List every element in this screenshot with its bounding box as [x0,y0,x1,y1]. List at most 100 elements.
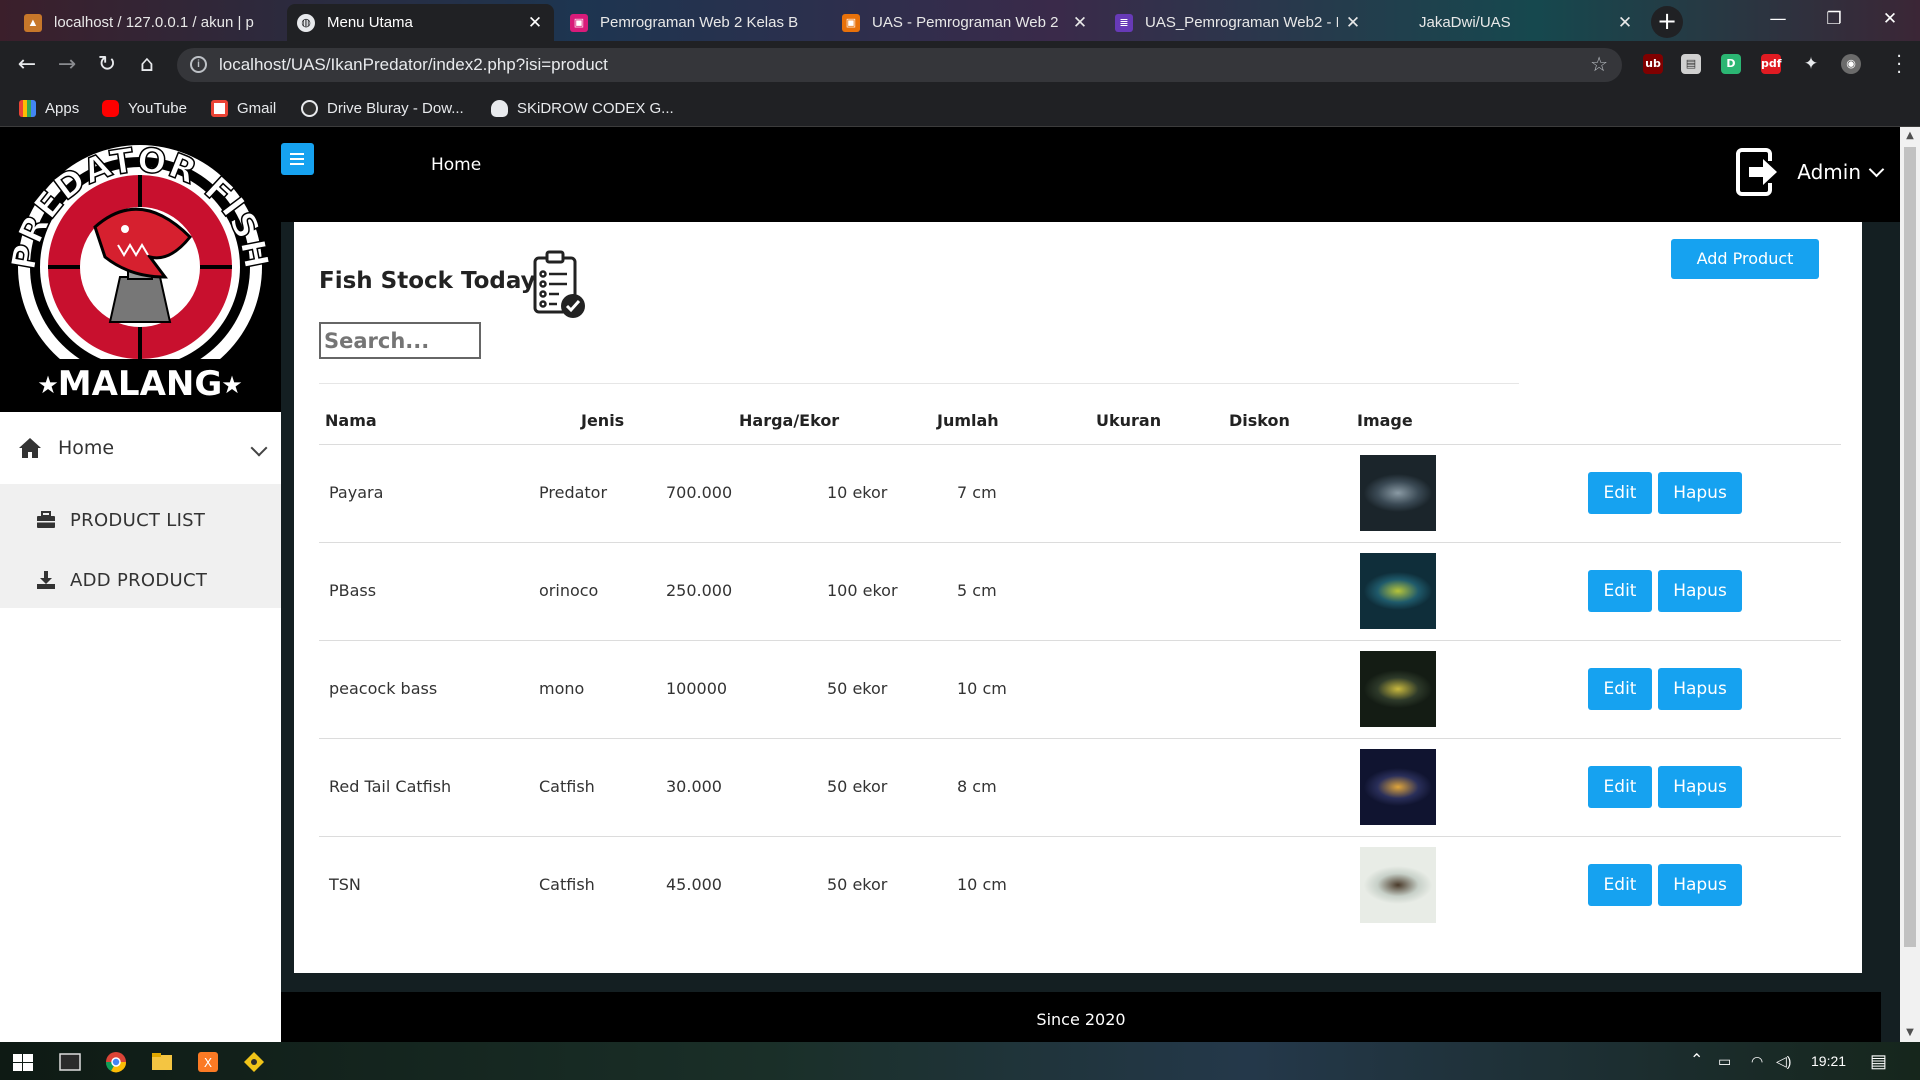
delete-button[interactable]: Hapus [1658,766,1742,808]
browser-tab[interactable]: ≣ UAS_Pemrograman Web2 - F ✕ [1105,4,1372,41]
puzzle-extensions-icon[interactable]: ✦ [1801,54,1821,74]
star-icon: ★ [221,371,243,399]
notification-icon[interactable]: ▤ [1870,1042,1887,1080]
briefcase-icon [37,511,55,528]
column-header-harga: Harga/Ekor [739,411,840,430]
profile-avatar-icon[interactable]: ◉ [1841,54,1861,74]
clock-time[interactable]: 19:21 [1811,1042,1846,1080]
cell-jenis: Predator [539,483,608,502]
close-window-button[interactable]: ✕ [1862,0,1918,41]
browser-menu-icon[interactable]: · · · [1896,48,1902,82]
column-header-image: Image [1357,411,1413,430]
cell-jenis: Catfish [539,777,595,796]
logout-icon [1736,148,1778,196]
wifi-icon[interactable]: ◠ [1751,1042,1763,1080]
gmail-icon [211,99,228,117]
site-info-icon[interactable]: i [190,56,207,73]
scrollbar-thumb[interactable] [1904,147,1916,947]
browser-tab-active[interactable]: ◍ Menu Utama ✕ [287,4,554,41]
minimize-window-button[interactable]: — [1750,0,1806,41]
forms-icon: ≣ [1115,13,1133,32]
close-tab-icon[interactable]: ✕ [1344,13,1362,33]
bookmark-youtube[interactable]: YouTube [102,89,187,127]
forward-icon[interactable]: → [51,50,83,82]
pdf-extension-icon[interactable]: pdf [1761,54,1782,74]
new-tab-button[interactable]: + [1651,6,1683,38]
cell-nama: Payara [329,483,384,502]
delete-button[interactable]: Hapus [1658,472,1742,514]
edit-button[interactable]: Edit [1588,472,1652,514]
browser-tab[interactable]: ▲ localhost / 127.0.0.1 / akun | p [14,4,277,41]
edit-button[interactable]: Edit [1588,570,1652,612]
predator-fish-logo: PREDATOR FISH MALANG ★ ★ [0,127,281,412]
fish-thumbnail-image [1360,847,1436,923]
ublock-icon[interactable]: ub [1643,54,1663,74]
battery-icon[interactable]: ▭ [1718,1042,1731,1080]
cell-jumlah: 50 ekor [827,875,888,894]
cell-nama: PBass [329,581,377,600]
add-product-button[interactable]: Add Product [1671,239,1819,279]
bookmark-apps[interactable]: Apps [19,89,79,127]
reload-icon[interactable]: ↻ [91,50,123,82]
download-icon [37,571,55,589]
extension-icon[interactable]: ▤ [1681,54,1701,74]
browser-tab[interactable]: ▣ Pemrograman Web 2 Kelas B [560,4,825,41]
url-text: localhost/UAS/IkanPredator/index2.php?is… [219,55,608,74]
file-explorer-icon[interactable] [139,1046,185,1080]
scroll-down-arrow-icon[interactable]: ▼ [1900,1024,1920,1042]
browser-tab[interactable]: ▣ UAS - Pemrograman Web 2 ✕ [832,4,1099,41]
sidebar: PREDATOR FISH MALANG ★ ★ Home PRODUCT LI… [0,127,281,1042]
cell-jumlah: 50 ekor [827,679,888,698]
volume-icon[interactable]: ◁) [1776,1042,1791,1080]
bookmark-gmail[interactable]: Gmail [211,89,276,127]
xampp-icon[interactable]: X [185,1046,231,1080]
edit-button[interactable]: Edit [1588,668,1652,710]
browser-tab[interactable]: JakaDwi/UAS ✕ [1379,4,1644,41]
home-icon[interactable]: ⌂ [131,50,163,82]
bookmark-star-icon[interactable]: ☆ [1590,48,1608,82]
edit-button[interactable]: Edit [1588,864,1652,906]
column-header-jumlah: Jumlah [937,411,999,430]
windows-start-icon[interactable] [0,1046,46,1080]
home-icon [19,438,41,458]
git-app-icon[interactable] [231,1046,277,1080]
scroll-up-arrow-icon[interactable]: ▲ [1900,127,1920,145]
cell-harga: 100000 [666,679,728,698]
close-tab-icon[interactable]: ✕ [1071,13,1089,33]
back-icon[interactable]: ← [11,50,43,82]
restore-window-button[interactable]: ❐ [1806,0,1862,41]
url-field[interactable]: i localhost/UAS/IkanPredator/index2.php?… [177,48,1622,82]
delete-button[interactable]: Hapus [1658,570,1742,612]
cell-ukuran: 10 cm [957,679,1007,698]
sidebar-item-add-product[interactable]: ADD PRODUCT [36,565,207,595]
terminal-app-icon[interactable] [47,1046,93,1080]
edit-button[interactable]: Edit [1588,766,1652,808]
chrome-icon[interactable] [93,1046,139,1080]
admin-dropdown[interactable]: Admin [1735,147,1885,197]
sidebar-toggle-button[interactable] [281,143,314,175]
close-tab-icon[interactable]: ✕ [526,13,544,33]
column-header-jenis: Jenis [581,411,625,430]
page-scrollbar[interactable]: ▲ ▼ [1900,127,1920,1042]
search-input[interactable] [319,322,481,359]
sidebar-item-home[interactable]: Home [0,412,281,484]
sidebar-item-product-list[interactable]: PRODUCT LIST [36,505,205,535]
sidebar-home-label: Home [58,437,115,459]
nav-home-link[interactable]: Home [431,155,481,175]
bookmark-drive-bluray[interactable]: Drive Bluray - Dow... [301,89,464,127]
classroom-icon: ▣ [842,13,860,32]
table-row: peacock bass mono 100000 50 ekor 10 cm Edit Ha… [319,640,1841,738]
bluray-icon [301,99,318,117]
table-row: PBass orinoco 250.000 100 ekor 5 cm Edit Hapus [319,542,1841,640]
close-tab-icon[interactable]: ✕ [1616,13,1634,33]
windows-taskbar: X ⌃ ▭ ◠ ◁) 19:21 ▤ [0,1042,1920,1080]
delete-button[interactable]: Hapus [1658,864,1742,906]
cell-jenis: Catfish [539,875,595,894]
extension-d-icon[interactable]: D [1721,54,1741,74]
footer: Since 2020 [281,992,1881,1042]
bookmark-skidrow[interactable]: SKiDROW CODEX G... [491,89,674,127]
tray-chevron-icon[interactable]: ⌃ [1690,1042,1703,1080]
table-row: Red Tail Catfish Catfish 30.000 50 ekor 8 cm… [319,738,1841,836]
cell-harga: 250.000 [666,581,733,600]
delete-button[interactable]: Hapus [1658,668,1742,710]
